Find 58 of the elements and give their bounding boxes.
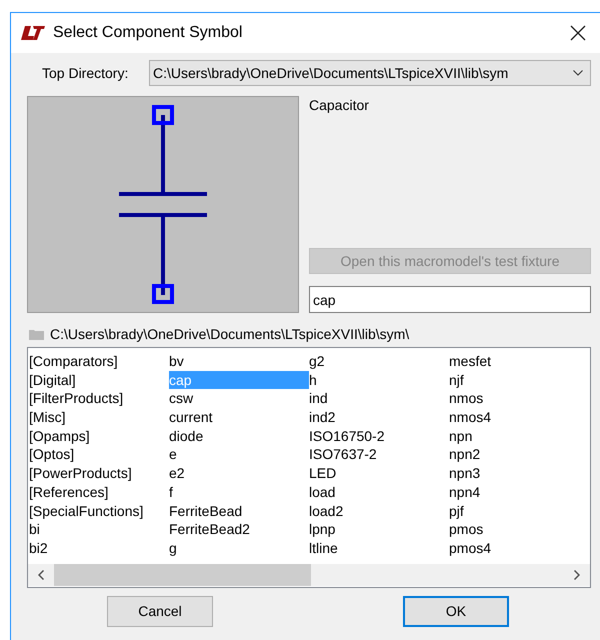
symbol-list-item[interactable]: h (309, 370, 449, 390)
symbol-list-item[interactable]: load2 (309, 502, 449, 520)
symbol-list-item[interactable]: npn2 (449, 445, 589, 464)
chevron-left-icon (38, 570, 44, 580)
symbol-list-item[interactable]: current (169, 408, 309, 427)
symbol-list-item[interactable]: lpnp (309, 520, 449, 539)
symbol-list-item[interactable]: LED (309, 464, 449, 483)
symbol-list-item[interactable]: FerriteBead2 (169, 520, 309, 539)
top-directory-label: Top Directory: (42, 64, 130, 83)
symbol-list-item[interactable]: [SpecialFunctions] (29, 502, 169, 520)
symbol-list-item[interactable]: FerriteBead (169, 502, 309, 520)
window-title: Select Component Symbol (53, 23, 242, 43)
symbol-list-item[interactable]: [FilterProducts] (29, 389, 169, 408)
symbol-list-item[interactable]: load (309, 482, 449, 502)
symbol-list-item[interactable]: ind (309, 389, 449, 408)
symbol-list-item[interactable]: bi2 (29, 538, 169, 558)
symbol-list-item[interactable]: njf (449, 370, 589, 390)
symbol-list-item[interactable]: e (169, 445, 309, 464)
symbol-list-item[interactable]: pmos4 (449, 538, 589, 558)
symbol-list-item[interactable]: pmos (449, 520, 589, 539)
symbol-list-item[interactable]: [Digital] (29, 370, 169, 390)
symbol-list-item[interactable]: ISO7637-2 (309, 445, 449, 464)
component-description: Capacitor (309, 96, 370, 115)
dialog-button[interactable]: Cancel (107, 596, 213, 627)
component-name-field[interactable]: cap (309, 286, 591, 313)
directory-path: C:\Users\brady\OneDrive\Documents\LTspiceXVII\lib\sym\ (50, 324, 410, 344)
symbol-list-item[interactable]: mesfet (449, 352, 589, 371)
dialog-button[interactable]: OK (403, 596, 509, 627)
symbol-list-item[interactable]: [Opamps] (29, 426, 169, 446)
symbol-list-item[interactable]: bi (29, 520, 169, 539)
scrollbar-thumb[interactable] (54, 564, 311, 586)
symbol-list-item[interactable]: [References] (29, 482, 169, 502)
symbol-list-item[interactable]: nmos4 (449, 408, 589, 427)
app-logo-icon (21, 26, 45, 40)
symbol-list-item[interactable]: [Comparators] (29, 352, 169, 371)
symbol-list-item[interactable]: nmos (449, 389, 589, 408)
symbol-list-item[interactable]: ISO16750-2 (309, 426, 449, 446)
chevron-down-icon (573, 70, 583, 76)
symbol-list-item[interactable]: npn4 (449, 482, 589, 502)
symbol-list-item[interactable]: [Optos] (29, 445, 169, 464)
symbol-list-item[interactable]: ind2 (309, 408, 449, 427)
symbol-list-item[interactable]: npn3 (449, 464, 589, 483)
close-icon (570, 25, 586, 41)
symbol-list-item[interactable]: [Misc] (29, 408, 169, 427)
chevron-right-icon (574, 570, 580, 580)
symbol-list-item[interactable]: e2 (169, 464, 309, 483)
symbol-list-item[interactable]: ltline (309, 538, 449, 558)
folder-icon (29, 328, 44, 340)
symbol-list-item[interactable]: csw (169, 389, 309, 408)
symbol-list-item[interactable]: npn (449, 426, 589, 446)
symbol-list-item[interactable]: bv (169, 352, 309, 371)
symbol-list-item[interactable]: [PowerProducts] (29, 464, 169, 483)
symbol-list-item[interactable]: f (169, 482, 309, 502)
symbol-list-item[interactable]: diode (169, 426, 309, 446)
symbol-list-item[interactable]: g (169, 538, 309, 558)
symbol-list-item[interactable]: g2 (309, 352, 449, 371)
symbol-list-item[interactable]: pjf (449, 502, 589, 520)
top-directory-dropdown[interactable]: C:\Users\brady\OneDrive\Documents\LTspiceXVII\lib\sym (149, 60, 591, 86)
